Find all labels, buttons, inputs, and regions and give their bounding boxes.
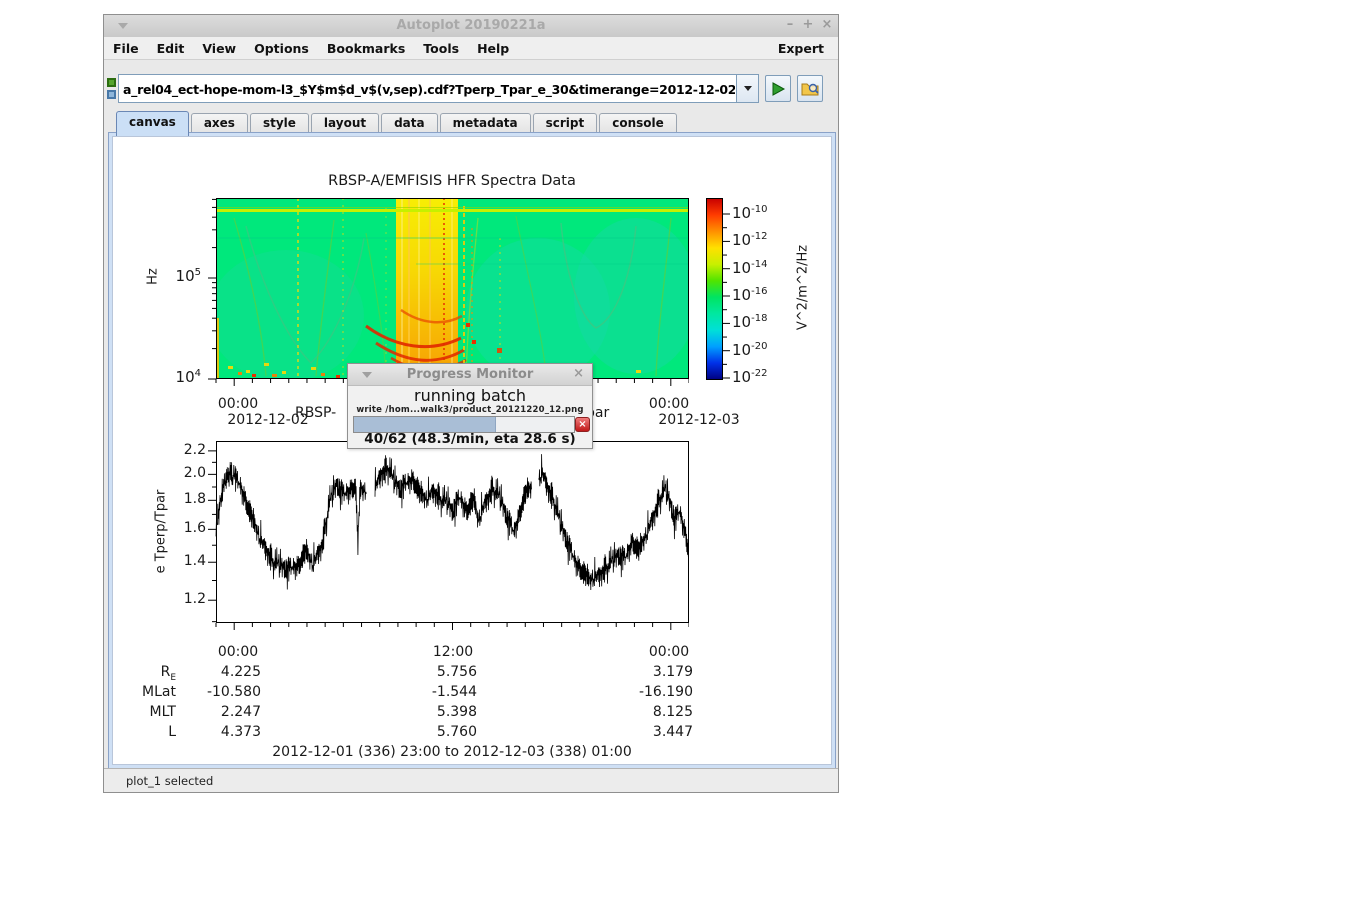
timeseries-ytick-label: 1.8 [166, 491, 206, 507]
menu-tools[interactable]: Tools [414, 39, 468, 58]
eph-value: -16.190 [603, 684, 693, 700]
menu-bar: FileEditViewOptionsBookmarksToolsHelp Ex… [104, 37, 838, 60]
datasource-green-icon[interactable] [107, 78, 116, 87]
minimize-button[interactable]: – [782, 17, 798, 32]
eph-value: 4.225 [171, 664, 261, 680]
timeseries-plot[interactable] [208, 441, 689, 631]
colorbar-label: V^2/m^2/Hz [796, 193, 811, 383]
spectrogram-ytick-label: 104 [161, 368, 201, 386]
menu-bar-items: FileEditViewOptionsBookmarksToolsHelp [104, 39, 518, 58]
timeseries-ytick-label: 1.4 [166, 553, 206, 569]
eph-value: 3.179 [603, 664, 693, 680]
progress-cancel-button[interactable]: × [575, 417, 590, 432]
plot-title: RBSP-A/EMFISIS HFR Spectra Data [212, 173, 692, 189]
eph-value: 5.398 [387, 704, 477, 720]
menu-edit[interactable]: Edit [148, 39, 194, 58]
timeseries-ytick-label: 1.6 [166, 520, 206, 536]
timeseries-xtick-label: 00:00 [208, 644, 268, 660]
go-button[interactable] [765, 75, 791, 102]
eph-value: 5.756 [387, 664, 477, 680]
colorbar-tick-label: 10-12 [732, 231, 767, 249]
window-title: Autoplot 20190221a [104, 18, 838, 33]
eph-value: 4.373 [171, 724, 261, 740]
timeseries-ytick-label: 2.0 [166, 465, 206, 481]
spectro-xtick-left: 00:00 [208, 396, 268, 412]
play-icon [770, 81, 786, 97]
spectrogram-plot[interactable] [208, 198, 689, 386]
timeseries-xtick-label: 12:00 [423, 644, 483, 660]
tab-canvas[interactable]: canvas [116, 111, 189, 136]
status-message: plot_1 selected [126, 774, 213, 788]
progress-status-label: 40/62 (48.3/min, eta 28.6 s) [348, 431, 592, 447]
eph-value: 2.247 [171, 704, 261, 720]
spectro-xtick-right: 00:00 [639, 396, 699, 412]
colorbar-tick-label: 10-18 [732, 313, 767, 331]
spectrogram-ytick-label: 105 [161, 267, 201, 285]
window-titlebar[interactable]: Autoplot 20190221a – + × [104, 15, 838, 38]
spectrogram-ylabel: Hz [146, 247, 161, 307]
expert-mode-label[interactable]: Expert [778, 41, 838, 56]
eph-row-label: L [126, 724, 176, 740]
eph-row-label: RE [126, 664, 176, 683]
chevron-down-icon [744, 86, 752, 91]
colorbar-tick-label: 10-20 [732, 341, 767, 359]
menu-options[interactable]: Options [245, 39, 318, 58]
uri-dropdown-button[interactable] [736, 75, 758, 102]
timeseries-xtick-label: 00:00 [639, 644, 699, 660]
tab-bar: canvasaxesstylelayoutdatametadatascriptc… [116, 111, 677, 132]
eph-row-label: MLT [126, 704, 176, 720]
eph-value: 5.760 [387, 724, 477, 740]
menu-view[interactable]: View [193, 39, 245, 58]
status-bar: plot_1 selected [104, 768, 838, 792]
uri-input[interactable] [121, 76, 737, 102]
progress-bar-fill [354, 417, 496, 432]
close-button[interactable]: × [819, 17, 835, 32]
eph-row-label: MLat [126, 684, 176, 700]
timeseries-ytick-label: 1.2 [166, 591, 206, 607]
folder-magnifier-icon [801, 81, 820, 97]
desktop: Autoplot 20190221a – + × FileEditViewOpt… [0, 0, 1345, 916]
colorbar-tick-label: 10-10 [732, 204, 767, 222]
menu-bookmarks[interactable]: Bookmarks [318, 39, 414, 58]
obscured-caption-left: RBSP- [295, 405, 336, 421]
maximize-button[interactable]: + [800, 17, 816, 32]
eph-value: -10.580 [171, 684, 261, 700]
time-range-label: 2012-12-01 (336) 23:00 to 2012-12-03 (33… [212, 744, 692, 760]
datasource-blue-icon[interactable] [107, 90, 116, 99]
menu-help[interactable]: Help [468, 39, 518, 58]
progress-task-label: running batch [348, 386, 592, 405]
colorbar-tick-label: 10-14 [732, 259, 767, 277]
progress-monitor-dialog[interactable]: Progress Monitor × running batch write /… [347, 363, 593, 449]
progress-detail-label: write /hom...walk3/product_20121220_12.p… [348, 405, 592, 415]
progress-dialog-titlebar[interactable]: Progress Monitor × [348, 364, 592, 386]
autoplot-window: Autoplot 20190221a – + × FileEditViewOpt… [103, 14, 839, 793]
eph-value: 8.125 [603, 704, 693, 720]
inspect-uri-button[interactable] [797, 75, 823, 102]
menu-file[interactable]: File [104, 39, 148, 58]
colorbar-tick-label: 10-22 [732, 368, 767, 386]
progress-dialog-title: Progress Monitor [348, 367, 592, 382]
timeseries-ytick-label: 2.2 [166, 442, 206, 458]
spectro-xdate-right: 2012-12-03 [654, 412, 744, 428]
colorbar-tick-label: 10-16 [732, 286, 767, 304]
uri-combobox [118, 74, 759, 103]
eph-value: 3.447 [603, 724, 693, 740]
eph-value: -1.544 [387, 684, 477, 700]
progress-close-icon[interactable]: × [573, 366, 584, 381]
